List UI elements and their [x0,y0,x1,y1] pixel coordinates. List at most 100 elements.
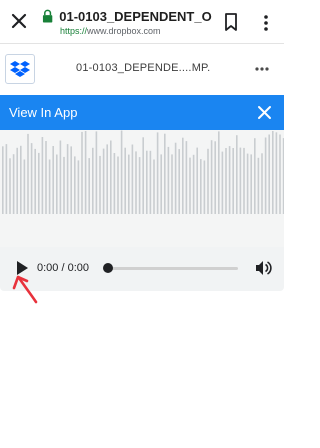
waveform-bar [146,150,148,214]
seek-bar[interactable] [103,263,238,273]
seek-knob[interactable] [103,263,113,273]
waveform-bar [63,156,65,214]
waveform [2,130,284,214]
waveform-bar [120,130,123,214]
address-bar[interactable]: 01-0103_DEPENDENT_O... https://www.dropb… [42,8,212,36]
waveform-bar [160,154,162,214]
audio-preview [0,130,284,248]
waveform-bar [236,135,238,214]
waveform-bar [81,131,83,214]
waveform-bar [34,148,36,214]
url-scheme: https:// [60,26,88,36]
waveform-bar [164,133,166,214]
waveform-bar [30,143,33,214]
waveform-bar [261,153,263,214]
dropbox-logo-button[interactable] [5,54,35,84]
waveform-bar [48,159,51,214]
waveform-bar [203,160,206,214]
waveform-bar [239,147,242,214]
waveform-bar [41,137,44,214]
waveform-bar [196,147,198,214]
waveform-bar [66,144,69,214]
waveform-bar [77,160,80,214]
waveform-bar [182,137,184,214]
waveform-bar [218,131,220,214]
close-icon[interactable] [256,104,273,121]
waveform-bar [250,154,252,214]
waveform-bar [282,138,284,214]
waveform-bar [156,132,159,214]
waveform-bar [214,141,216,214]
more-horiz-icon[interactable] [252,59,272,79]
dropbox-logo [10,61,30,77]
waveform-bar [9,158,11,214]
bookmark-icon[interactable] [223,12,239,32]
waveform-bar [228,146,231,214]
waveform-bar [59,140,62,214]
waveform-bar [153,159,155,214]
waveform-bar [142,137,144,214]
waveform-bar [52,146,54,214]
url-host: www.dropbox.com [87,26,161,36]
annotation-arrow [12,275,38,304]
page-title: 01-0103_DEPENDENT_O... [59,8,212,24]
waveform-bar [225,148,227,214]
waveform-bar [189,157,191,214]
waveform-bar [124,147,126,214]
waveform-bar [178,149,180,214]
waveform-bar [56,154,58,214]
waveform-bar [12,154,15,214]
waveform-bar [70,146,72,214]
waveform-bar [171,154,173,214]
waveform-bar [167,146,170,214]
waveform-bar [279,134,281,214]
waveform-bar [27,133,29,214]
waveform-bar [221,151,224,214]
waveform-bar [110,140,112,214]
waveform-bar [243,147,245,214]
waveform-bar [16,147,18,214]
time-display: 0:00 / 0:00 [37,262,89,274]
waveform-bar [275,132,278,214]
waveform-bar [210,140,213,214]
waveform-bar [138,157,141,214]
browser-toolbar: 01-0103_DEPENDENT_O... https://www.dropb… [0,0,284,44]
waveform-bar [88,158,90,214]
lock-icon [42,9,53,23]
waveform-bar [38,152,40,214]
waveform-bar [74,156,76,214]
waveform-bar [20,145,22,214]
waveform-bar [92,147,94,214]
waveform-bar [131,144,134,214]
waveform-bar [95,131,98,214]
waveform-bar [106,144,108,214]
waveform-bar [268,134,270,214]
waveform-bar [99,155,101,214]
waveform-bar [2,146,4,214]
waveform-bar [23,159,26,214]
volume-icon[interactable] [254,259,272,277]
waveform-bar [254,138,256,214]
waveform-bar [45,141,47,214]
waveform-bar [192,154,195,214]
waveform-bar [149,150,152,214]
waveform-bar [84,131,87,214]
waveform-bar [174,142,177,214]
seek-track [104,267,238,270]
waveform-bar [185,141,188,214]
waveform-bar [207,148,209,214]
waveform-bar [113,153,116,214]
page-url: https://www.dropbox.com [60,26,212,36]
waveform-bar [200,159,202,214]
file-header: 01-0103_DEPENDE....MP. [0,45,284,93]
waveform-bar [257,157,260,214]
waveform-bar [128,154,130,214]
waveform-bar [102,148,105,214]
waveform-bar [135,151,137,214]
view-in-app-banner[interactable]: View In App [0,95,284,130]
waveform-bar [117,156,119,214]
waveform-bar [5,144,8,214]
waveform-bar [264,137,267,214]
more-vert-icon[interactable] [260,13,272,33]
close-icon[interactable] [8,10,30,32]
